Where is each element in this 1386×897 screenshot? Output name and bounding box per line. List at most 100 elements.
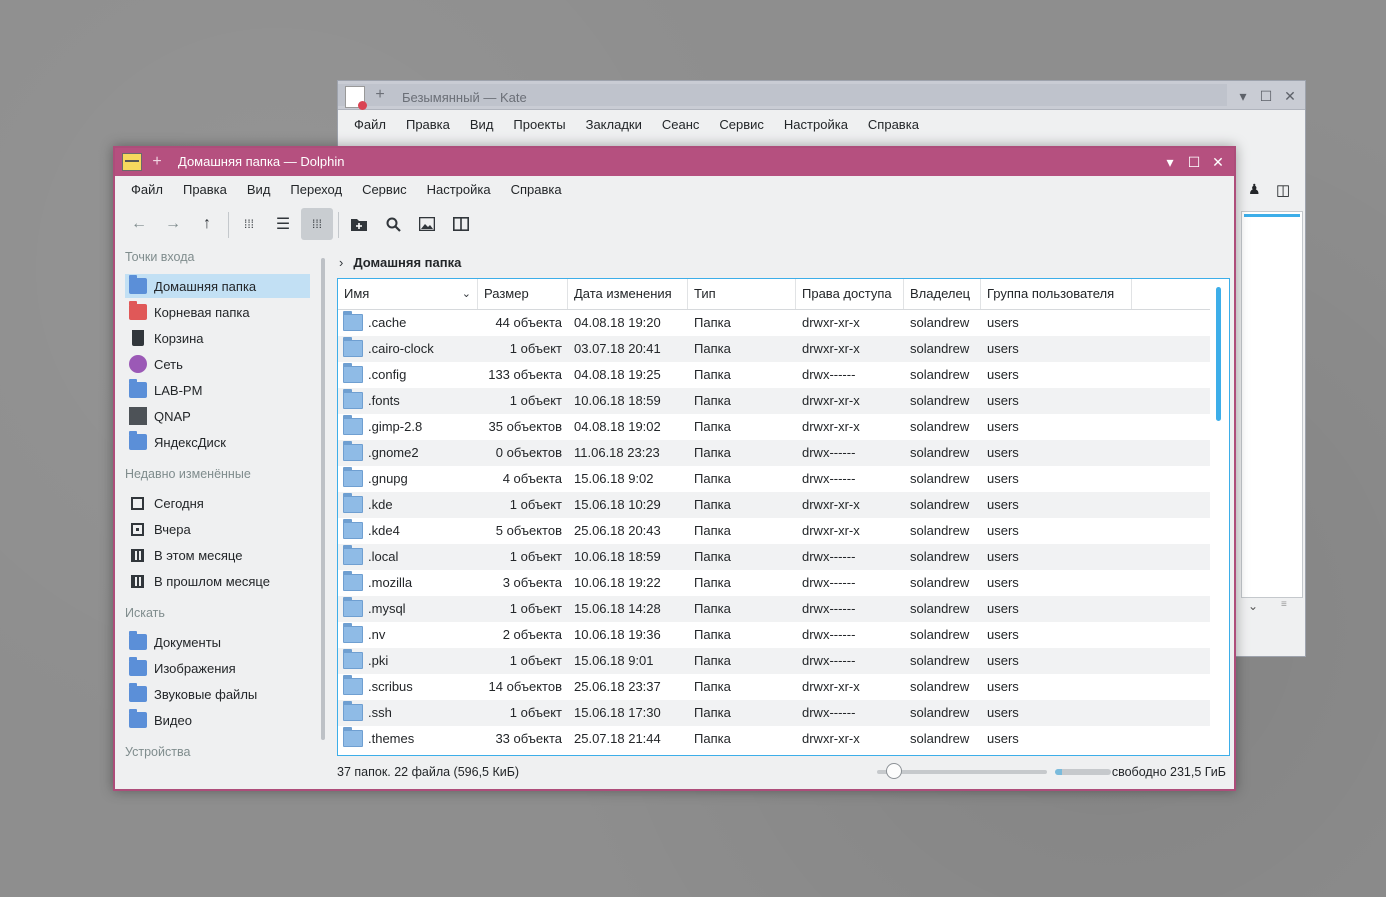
table-row[interactable]: .fonts 1 объект 10.06.18 18:59 Папка drwxr-x…	[338, 388, 1210, 414]
table-row[interactable]: .local 1 объект 10.06.18 18:59 Папка drwx---…	[338, 544, 1210, 570]
table-row[interactable]: .gnupg 4 объекта 15.06.18 9:02 Папка drwx---…	[338, 466, 1210, 492]
table-row[interactable]: .cairo-clock 1 объект 03.07.18 20:41 Папка d…	[338, 336, 1210, 362]
dolphin-menu-item[interactable]: Файл	[121, 178, 173, 202]
kate-menu-icon[interactable]: ≡	[1281, 599, 1287, 610]
dolphin-close-icon[interactable]: ✕	[1208, 152, 1228, 172]
dolphin-titlebar[interactable]: + Домашняя папка — Dolphin ▾ ☐ ✕	[115, 148, 1234, 176]
file-list-scrollbar[interactable]	[1216, 287, 1221, 421]
kate-menu-item[interactable]: Сеанс	[652, 113, 710, 137]
table-row[interactable]: .config 133 объекта 04.08.18 19:25 Папка drw…	[338, 362, 1210, 388]
kate-menu-item[interactable]: Правка	[396, 113, 460, 137]
dolphin-window[interactable]: + Домашняя папка — Dolphin ▾ ☐ ✕ Файл Пра…	[113, 146, 1236, 791]
table-row[interactable]: .themes 33 объекта 25.07.18 21:44 Папка drwx…	[338, 726, 1210, 752]
table-row[interactable]: .kde 1 объект 15.06.18 10:29 Папка drwxr-xr-…	[338, 492, 1210, 518]
dolphin-menu-item[interactable]: Сервис	[352, 178, 417, 202]
places-item[interactable]: ЯндексДиск	[125, 430, 310, 454]
dolphin-app-icon[interactable]	[122, 153, 142, 171]
kate-close-icon[interactable]: ✕	[1280, 86, 1300, 106]
table-row[interactable]: .gnome2 0 объектов 11.06.18 23:23 Папка drwx…	[338, 440, 1210, 466]
places-item-label: В прошлом месяце	[154, 573, 270, 589]
places-item[interactable]: QNAP	[125, 404, 310, 428]
places-item[interactable]: Звуковые файлы	[125, 682, 310, 706]
cell-perms: drwx------	[802, 653, 856, 668]
compact-view-icon[interactable]: ☰	[267, 208, 299, 240]
cell-group: users	[987, 731, 1019, 746]
kate-maximize-icon[interactable]: ☐	[1256, 86, 1276, 106]
column-header[interactable]: Имя ⌄	[338, 279, 478, 309]
preview-image-icon[interactable]	[411, 208, 443, 240]
kate-split-view-icon[interactable]: ◫	[1276, 181, 1290, 199]
places-item-label: Документы	[154, 634, 222, 650]
table-row[interactable]: .ssh 1 объект 15.06.18 17:30 Папка drwx-----…	[338, 700, 1210, 726]
places-item-label: Вчера	[154, 521, 191, 537]
places-item[interactable]: В этом месяце	[125, 543, 310, 567]
dolphin-maximize-icon[interactable]: ☐	[1184, 152, 1204, 172]
file-list-view[interactable]: Имя ⌄ Размер Дата изменения Тип Права доступа…	[337, 278, 1230, 756]
search-icon[interactable]	[377, 208, 409, 240]
up-arrow-icon[interactable]: ↑	[191, 208, 223, 240]
column-header[interactable]: Владелец	[904, 279, 981, 309]
new-folder-icon[interactable]	[343, 208, 375, 240]
sort-chevron-down-icon[interactable]: ⌄	[462, 279, 471, 309]
places-item[interactable]: Видео	[125, 708, 310, 732]
places-item[interactable]: Сегодня	[125, 491, 310, 515]
breadcrumb-chevron-icon[interactable]: ›	[339, 255, 343, 270]
dolphin-menu-item[interactable]: Вид	[237, 178, 281, 202]
places-item[interactable]: Вчера	[125, 517, 310, 541]
details-view-icon[interactable]: ⁞⁞⁞	[301, 208, 333, 240]
column-header[interactable]: Дата изменения	[568, 279, 688, 309]
table-row[interactable]: .mysql 1 объект 15.06.18 14:28 Папка drwx---…	[338, 596, 1210, 622]
breadcrumb[interactable]: › Домашняя папка	[339, 252, 461, 272]
places-item[interactable]: Изображения	[125, 656, 310, 680]
kate-menu-item[interactable]: Справка	[858, 113, 929, 137]
column-header[interactable]: Тип	[688, 279, 796, 309]
root-folder-icon	[129, 301, 147, 320]
kate-menu-item[interactable]: Проекты	[503, 113, 575, 137]
kate-chevron-down-icon[interactable]: ⌄	[1248, 599, 1258, 613]
places-item[interactable]: Корневая папка	[125, 300, 310, 324]
dolphin-menu-item[interactable]: Справка	[501, 178, 572, 202]
icons-view-icon[interactable]: ⁞⁞⁞	[233, 208, 265, 240]
dolphin-menu-item[interactable]: Настройка	[417, 178, 501, 202]
kate-minimize-icon[interactable]: ▾	[1233, 86, 1253, 106]
places-item[interactable]: Домашняя папка	[125, 274, 310, 298]
forward-arrow-icon[interactable]: →	[157, 208, 189, 240]
table-row[interactable]: .gimp-2.8 35 объектов 04.08.18 19:02 Папка d…	[338, 414, 1210, 440]
kate-menu-item[interactable]: Вид	[460, 113, 504, 137]
folder-icon	[343, 441, 363, 461]
table-row[interactable]: .cache 44 объекта 04.08.18 19:20 Папка drwxr…	[338, 310, 1210, 336]
zoom-slider-handle[interactable]	[885, 763, 902, 779]
zoom-slider-track[interactable]	[877, 770, 1047, 774]
table-row[interactable]: .kde4 5 объектов 25.06.18 20:43 Папка drwxr-…	[338, 518, 1210, 544]
back-arrow-icon[interactable]: ←	[123, 208, 155, 240]
table-row[interactable]: .scribus 14 объектов 25.06.18 23:37 Папка dr…	[338, 674, 1210, 700]
places-item[interactable]: Корзина	[125, 326, 310, 350]
table-row[interactable]: .nv 2 объекта 10.06.18 19:36 Папка drwx-----…	[338, 622, 1210, 648]
cell-perms: drwx------	[802, 445, 856, 460]
dolphin-menu-item[interactable]: Правка	[173, 178, 237, 202]
kate-titlebar[interactable]: + Безымянный — Kate ▾ ☐ ✕	[338, 81, 1305, 110]
dolphin-new-tab-icon[interactable]: +	[148, 152, 166, 172]
kate-menu-item[interactable]: Сервис	[709, 113, 774, 137]
split-view-icon[interactable]	[445, 208, 477, 240]
kate-menu-item[interactable]: Настройка	[774, 113, 858, 137]
kate-menu-item[interactable]: Файл	[344, 113, 396, 137]
table-row[interactable]: .pki 1 объект 15.06.18 9:01 Папка drwx------…	[338, 648, 1210, 674]
dolphin-menu-item[interactable]: Переход	[280, 178, 352, 202]
dolphin-minimize-icon[interactable]: ▾	[1160, 152, 1180, 172]
breadcrumb-home[interactable]: Домашняя папка	[353, 255, 461, 270]
table-row[interactable]: .mozilla 3 объекта 10.06.18 19:22 Папка drwx…	[338, 570, 1210, 596]
kate-new-tab-icon[interactable]: +	[371, 85, 389, 105]
places-item[interactable]: Документы	[125, 630, 310, 654]
kate-app-icon[interactable]	[345, 86, 367, 110]
column-header[interactable]: Размер	[478, 279, 568, 309]
column-header[interactable]: Права доступа	[796, 279, 904, 309]
places-item[interactable]: Сеть	[125, 352, 310, 376]
kate-menu-item[interactable]: Закладки	[576, 113, 652, 137]
places-item[interactable]: В прошлом месяце	[125, 569, 310, 593]
places-item[interactable]: LAB-PM	[125, 378, 310, 402]
places-scrollbar[interactable]	[321, 258, 325, 740]
free-space-label: свободно 231,5 ГиБ	[1111, 765, 1226, 779]
kate-plugin-icon[interactable]: ♟	[1248, 181, 1261, 198]
column-header[interactable]: Группа пользователя	[981, 279, 1132, 309]
